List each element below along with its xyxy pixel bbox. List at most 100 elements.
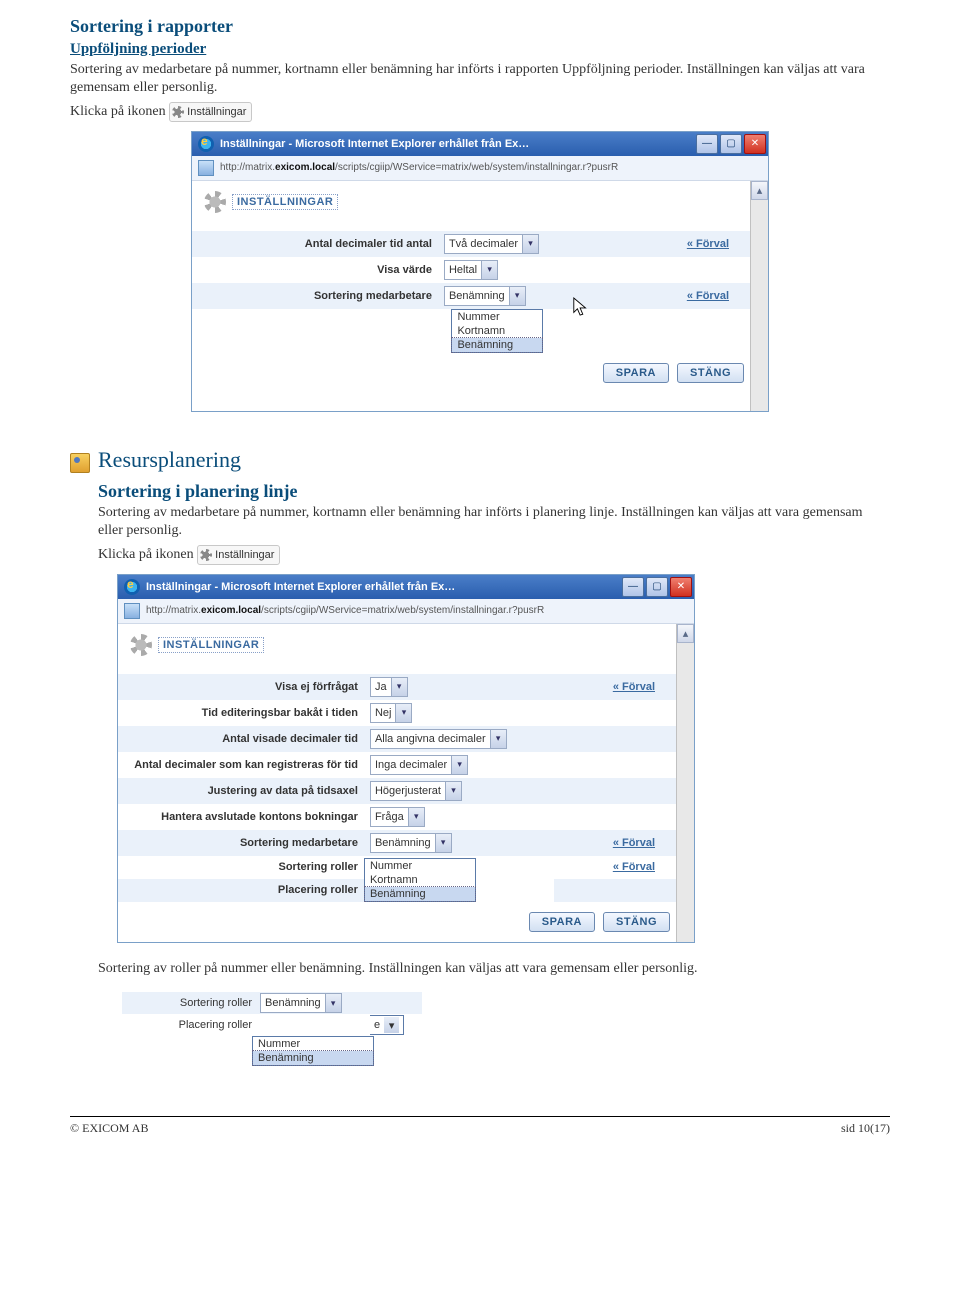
mini-settings: Sortering roller Benämning▾ Placering ro… [122,992,422,1066]
installningar-badge[interactable]: Inställningar [197,545,280,565]
scrollbar[interactable]: ▴ [676,624,694,942]
address-text: http://matrix.exicom.local/scripts/cgiip… [146,605,544,616]
save-button[interactable]: SPARA [529,912,595,932]
setting-label: Sortering medarbetare [118,830,364,856]
forval-link[interactable]: « Förval [687,238,729,250]
dropdown-option[interactable]: Benämning [365,887,475,901]
chevron-down-icon: ▾ [490,730,506,748]
gear-icon [200,549,212,561]
dropdown-option[interactable]: Benämning [253,1051,373,1065]
ie-titlebar: Inställningar - Microsoft Internet Explo… [192,132,768,156]
select-justering[interactable]: Högerjusterat▾ [370,781,462,801]
scroll-up-button[interactable]: ▴ [677,624,694,643]
chevron-down-icon: ▾ [391,678,407,696]
select-decimals[interactable]: Två decimaler▾ [444,234,539,254]
dropdown-option[interactable]: Nummer [452,310,542,324]
mini-label: Placering roller [122,1019,260,1031]
chevron-down-icon: ▾ [435,834,451,852]
select-tid-edit[interactable]: Nej▾ [370,703,413,723]
mini-label: Sortering roller [122,997,260,1009]
select-sortering-medarbetare[interactable]: Benämning▾ [444,286,526,306]
close-button[interactable]: ✕ [744,134,766,154]
close-app-button[interactable]: STÄNG [603,912,670,932]
forval-link[interactable]: « Förval [613,861,655,873]
select-placering-tail[interactable]: e ▾ [370,1015,404,1035]
resursplanering-heading: Resursplanering [98,447,890,473]
dropdown-option[interactable]: Nummer [253,1037,373,1051]
scrollbar[interactable]: ▴ [750,181,768,411]
setting-label: Sortering medarbetare [192,283,438,309]
page-footer: © EXICOM AB sid 10(17) [70,1116,890,1136]
settings-row: Sortering medarbetare Benämning▾ « Förva… [192,283,751,309]
ie-icon [198,136,214,152]
section3-paragraph: Sortering av roller på nummer eller benä… [98,960,890,978]
dropdown-option[interactable]: Kortnamn [365,873,475,887]
address-text: http://matrix.exicom.local/scripts/cgiip… [220,162,618,173]
sortering-dropdown-options[interactable]: Nummer Kortnamn Benämning [451,309,543,353]
select-hantera[interactable]: Fråga▾ [370,807,425,827]
section2-paragraph: Sortering av medarbetare på nummer, kort… [98,504,890,541]
gear-icon [172,106,184,118]
select-sortering-roller[interactable]: Benämning▾ [260,993,342,1013]
chevron-down-icon: ▾ [408,808,424,826]
setting-label: Visa värde [192,257,438,283]
chevron-down-icon: ▾ [522,235,538,253]
ie-title-text: Inställningar - Microsoft Internet Explo… [146,581,616,593]
resursplanering-icon [70,453,90,473]
save-button[interactable]: SPARA [603,363,669,383]
ie-title-text: Inställningar - Microsoft Internet Explo… [220,138,690,150]
section1-paragraph: Sortering av medarbetare på nummer, kort… [70,61,890,98]
maximize-button[interactable]: ▢ [646,577,668,597]
settings-header: INSTÄLLNINGAR [192,181,768,219]
forval-link[interactable]: « Förval [613,837,655,849]
chevron-down-icon: ▾ [325,994,341,1012]
setting-label: Antal decimaler tid antal [192,231,438,257]
ie-popup-2: Inställningar - Microsoft Internet Explo… [118,575,694,942]
chevron-down-icon: ▾ [481,261,497,279]
ie-popup-1: Inställningar - Microsoft Internet Explo… [192,132,768,411]
ie-icon [124,579,140,595]
settings-row: Antal decimaler tid antal Två decimaler▾… [192,231,751,257]
placering-dropdown-options[interactable]: Nummer Benämning [252,1036,374,1066]
select-visa-ej[interactable]: Ja▾ [370,677,408,697]
minimize-button[interactable]: — [622,577,644,597]
gear-icon [204,191,226,213]
forval-link[interactable]: « Förval [687,290,729,302]
select-sortering-med[interactable]: Benämning▾ [370,833,452,853]
settings-row: Visa värde Heltal▾ [192,257,751,283]
dropdown-option[interactable]: Benämning [452,338,542,352]
sortering-roller-dropdown[interactable]: Nummer Kortnamn Benämning [364,858,476,902]
dropdown-option[interactable]: Nummer [365,859,475,873]
minimize-button[interactable]: — [696,134,718,154]
settings-header: INSTÄLLNINGAR [118,624,694,662]
section1-subheading: Uppföljning perioder [70,41,890,58]
select-visade-dec[interactable]: Alla angivna decimaler▾ [370,729,507,749]
settings-table: Antal decimaler tid antal Två decimaler▾… [192,231,751,309]
ie-addressbar: http://matrix.exicom.local/scripts/cgiip… [118,599,694,624]
section2-klicka: Klicka på ikonen Inställningar [98,545,890,565]
chevron-down-icon: ▾ [451,756,467,774]
page-icon [198,160,214,176]
dropdown-option[interactable]: Kortnamn [452,324,542,338]
close-button[interactable]: ✕ [670,577,692,597]
close-app-button[interactable]: STÄNG [677,363,744,383]
scroll-up-button[interactable]: ▴ [751,181,768,200]
select-reg-dec[interactable]: Inga decimaler▾ [370,755,468,775]
setting-label: Antal decimaler som kan registreras för … [118,752,364,778]
setting-label: Sortering roller [118,856,364,879]
installningar-badge[interactable]: Inställningar [169,102,252,122]
section1-heading: Sortering i rapporter [70,16,890,37]
footer-left: © EXICOM AB [70,1121,148,1136]
forval-link[interactable]: « Förval [613,681,655,693]
chevron-down-icon: ▾ [384,1017,399,1033]
section2-heading: Sortering i planering linje [98,481,890,502]
select-visa-varde[interactable]: Heltal▾ [444,260,498,280]
ie-addressbar: http://matrix.exicom.local/scripts/cgiip… [192,156,768,181]
section1-klicka: Klicka på ikonen Inställningar [70,102,890,122]
setting-label: Tid editeringsbar bakåt i tiden [118,700,364,726]
gear-icon [130,634,152,656]
setting-label: Hantera avslutade kontons bokningar [118,804,364,830]
setting-label: Justering av data på tidsaxel [118,778,364,804]
maximize-button[interactable]: ▢ [720,134,742,154]
chevron-down-icon: ▾ [445,782,461,800]
